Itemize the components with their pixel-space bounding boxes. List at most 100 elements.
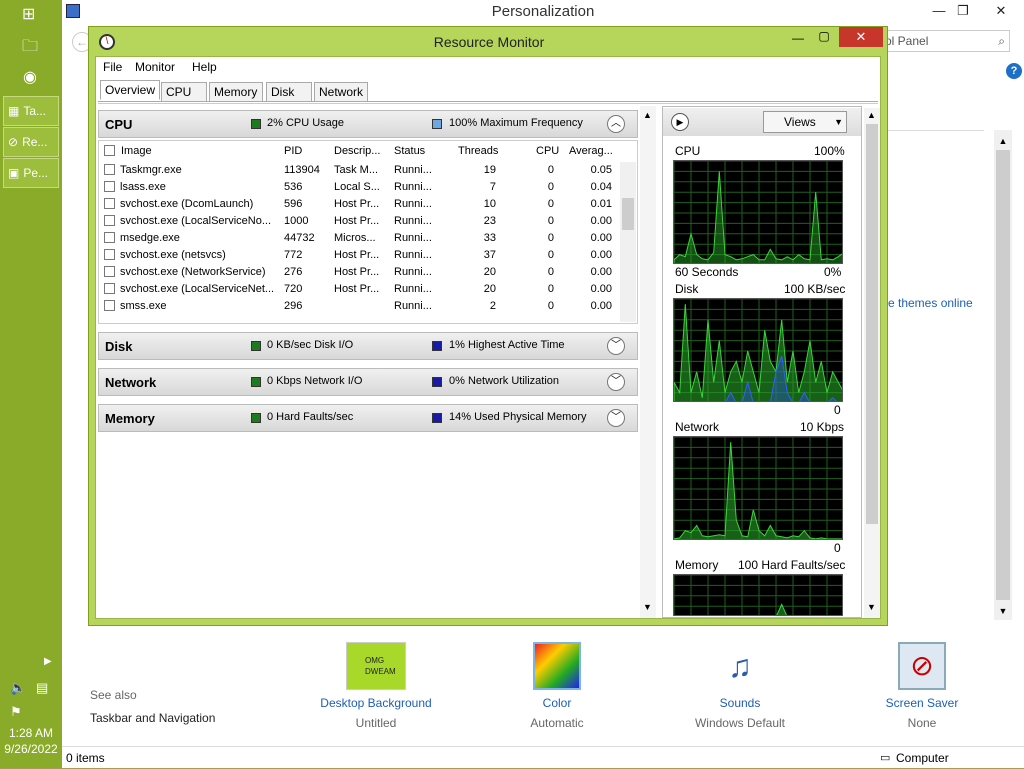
cpu-section-header[interactable]: CPU 2% CPU Usage 100% Maximum Frequency … (98, 110, 638, 138)
taskbar-button-personalization[interactable]: ▣ Pe... (3, 158, 59, 188)
search-input[interactable]: ol Panel ⌕ (874, 30, 1010, 52)
cell-status: Runni... (394, 181, 432, 193)
col-threads[interactable]: Threads (458, 142, 498, 162)
table-scrollbar[interactable] (620, 162, 636, 322)
col-average[interactable]: Averag... (569, 142, 613, 162)
expand-pane-button[interactable]: ▶ (671, 113, 689, 131)
row-checkbox[interactable] (104, 181, 115, 192)
clock-date[interactable]: 9/26/2022 (0, 742, 62, 756)
screen-saver-item[interactable]: ⊘ Screen Saver None (870, 642, 974, 730)
menu-help[interactable]: Help (192, 60, 217, 74)
collapse-chevron-icon[interactable]: ︿ (607, 115, 625, 133)
show-hidden-icons-icon[interactable]: ▶ (44, 656, 52, 667)
taskbar-button-resource-monitor[interactable]: ⊘ Re... (3, 127, 59, 157)
table-row[interactable]: svchost.exe (LocalServiceNet... 720 Host P… (98, 282, 626, 299)
close-button[interactable]: ✕ (984, 0, 1018, 22)
network-section-header[interactable]: Network 0 Kbps Network I/O 0% Network Ut… (98, 368, 638, 396)
cell-status: Runni... (394, 249, 432, 261)
status-bar: 0 items ▭ Computer (62, 746, 1024, 768)
scroll-up-icon[interactable]: ▲ (867, 110, 876, 120)
cell-avg: 0.00 (590, 266, 612, 278)
col-pid[interactable]: PID (284, 142, 302, 162)
screen-saver-icon: ⊘ (898, 642, 946, 690)
cell-cpu: 0 (547, 232, 554, 244)
row-checkbox[interactable] (104, 164, 115, 175)
taskbar-button-task-manager[interactable]: ▦ Ta... (3, 96, 59, 126)
col-description[interactable]: Descrip... (334, 142, 380, 162)
window-title: Personalization (491, 3, 595, 20)
scroll-down-icon[interactable]: ▼ (643, 602, 652, 612)
desktop-background-thumbnail: OMG DWEAM (346, 642, 406, 690)
volume-muted-icon[interactable]: 🔈 (10, 680, 26, 696)
expand-chevron-icon[interactable]: ﹀ (607, 409, 625, 427)
table-row[interactable]: svchost.exe (DcomLaunch) 596 Host Pr... Run… (98, 197, 626, 214)
row-checkbox[interactable] (104, 300, 115, 311)
menu-monitor[interactable]: Monitor (135, 60, 175, 74)
file-explorer-icon[interactable]: 🗀 (18, 36, 42, 60)
col-cpu[interactable]: CPU (536, 142, 559, 162)
action-center-icon[interactable]: ⚑ (10, 704, 22, 720)
scroll-up-icon[interactable]: ▲ (996, 136, 1010, 146)
rm-menubar: File Monitor Help (96, 56, 876, 76)
menu-file[interactable]: File (103, 60, 122, 74)
scroll-thumb[interactable] (996, 150, 1010, 600)
table-row[interactable]: msedge.exe 44732 Micros... Runni... 33 0 0.00 (98, 231, 626, 248)
row-checkbox[interactable] (104, 232, 115, 243)
scroll-down-icon[interactable]: ▼ (867, 602, 876, 612)
cell-status: Runni... (394, 283, 432, 295)
memory-section-header[interactable]: Memory 0 Hard Faults/sec 14% Used Physic… (98, 404, 638, 432)
col-image[interactable]: Image (121, 142, 152, 162)
scroll-thumb[interactable] (622, 198, 634, 230)
table-row[interactable]: svchost.exe (NetworkService) 276 Host Pr..… (98, 265, 626, 282)
views-button[interactable]: Views ▼ (763, 111, 847, 133)
row-checkbox[interactable] (104, 283, 115, 294)
cell-image: smss.exe (120, 300, 167, 312)
rm-minimize-button[interactable]: — (787, 31, 809, 49)
expand-chevron-icon[interactable]: ﹀ (607, 373, 625, 391)
cell-desc: Task M... (334, 164, 379, 176)
disk-io-indicator (251, 341, 261, 351)
sounds-item[interactable]: ♫ Sounds Windows Default (682, 642, 798, 730)
taskbar-navigation-link[interactable]: Taskbar and Navigation (90, 711, 215, 725)
disk-section-header[interactable]: Disk 0 KB/sec Disk I/O 1% Highest Active… (98, 332, 638, 360)
table-row[interactable]: svchost.exe (netsvcs) 772 Host Pr... Runni.… (98, 248, 626, 265)
tab-network[interactable]: Network (314, 82, 368, 102)
clock-time[interactable]: 1:28 AM (0, 726, 62, 740)
scroll-down-icon[interactable]: ▼ (996, 606, 1010, 616)
chrome-icon[interactable]: ◉ (18, 65, 42, 89)
color-item[interactable]: Color Automatic (512, 642, 602, 730)
tab-overview[interactable]: Overview (100, 80, 160, 100)
graph-pane-scrollbar[interactable]: ▲ ▼ (864, 108, 880, 618)
panel-scrollbar[interactable]: ▲ ▼ (994, 130, 1012, 620)
row-checkbox[interactable] (104, 198, 115, 209)
help-icon[interactable]: ? (1006, 63, 1022, 79)
start-icon[interactable]: ⊞ (22, 6, 40, 24)
cpu-graph-max: 100% (814, 144, 845, 158)
cell-status: Runni... (394, 198, 432, 210)
cell-threads: 20 (483, 266, 496, 278)
more-themes-link[interactable]: re themes online (884, 296, 973, 310)
select-all-checkbox[interactable] (104, 145, 115, 156)
network-icon[interactable]: ▤ (36, 680, 48, 696)
cell-desc: Local S... (334, 181, 380, 193)
scroll-up-icon[interactable]: ▲ (643, 110, 652, 120)
cell-avg: 0.00 (590, 249, 612, 261)
tab-disk[interactable]: Disk (266, 82, 312, 102)
table-row[interactable]: Taskmgr.exe 113904 Task M... Runni... 19 0 0.0… (98, 163, 626, 180)
row-checkbox[interactable] (104, 249, 115, 260)
rm-maximize-button[interactable]: ▢ (813, 29, 835, 47)
table-row[interactable]: lsass.exe 536 Local S... Runni... 7 0 0.04 (98, 180, 626, 197)
left-pane-scrollbar[interactable]: ▲ ▼ (640, 106, 656, 618)
maximize-button[interactable]: ❐ (946, 0, 980, 22)
table-row[interactable]: smss.exe 296 Runni... 2 0 0.00 (98, 299, 626, 316)
col-status[interactable]: Status (394, 142, 425, 162)
tab-cpu[interactable]: CPU (161, 82, 207, 102)
scroll-thumb[interactable] (866, 124, 878, 524)
rm-close-button[interactable]: ✕ (839, 27, 883, 47)
tab-memory[interactable]: Memory (209, 82, 263, 102)
desktop-background-item[interactable]: OMG DWEAM Desktop Background Untitled (314, 642, 438, 730)
row-checkbox[interactable] (104, 266, 115, 277)
row-checkbox[interactable] (104, 215, 115, 226)
expand-chevron-icon[interactable]: ﹀ (607, 337, 625, 355)
table-row[interactable]: svchost.exe (LocalServiceNo... 1000 Host P… (98, 214, 626, 231)
